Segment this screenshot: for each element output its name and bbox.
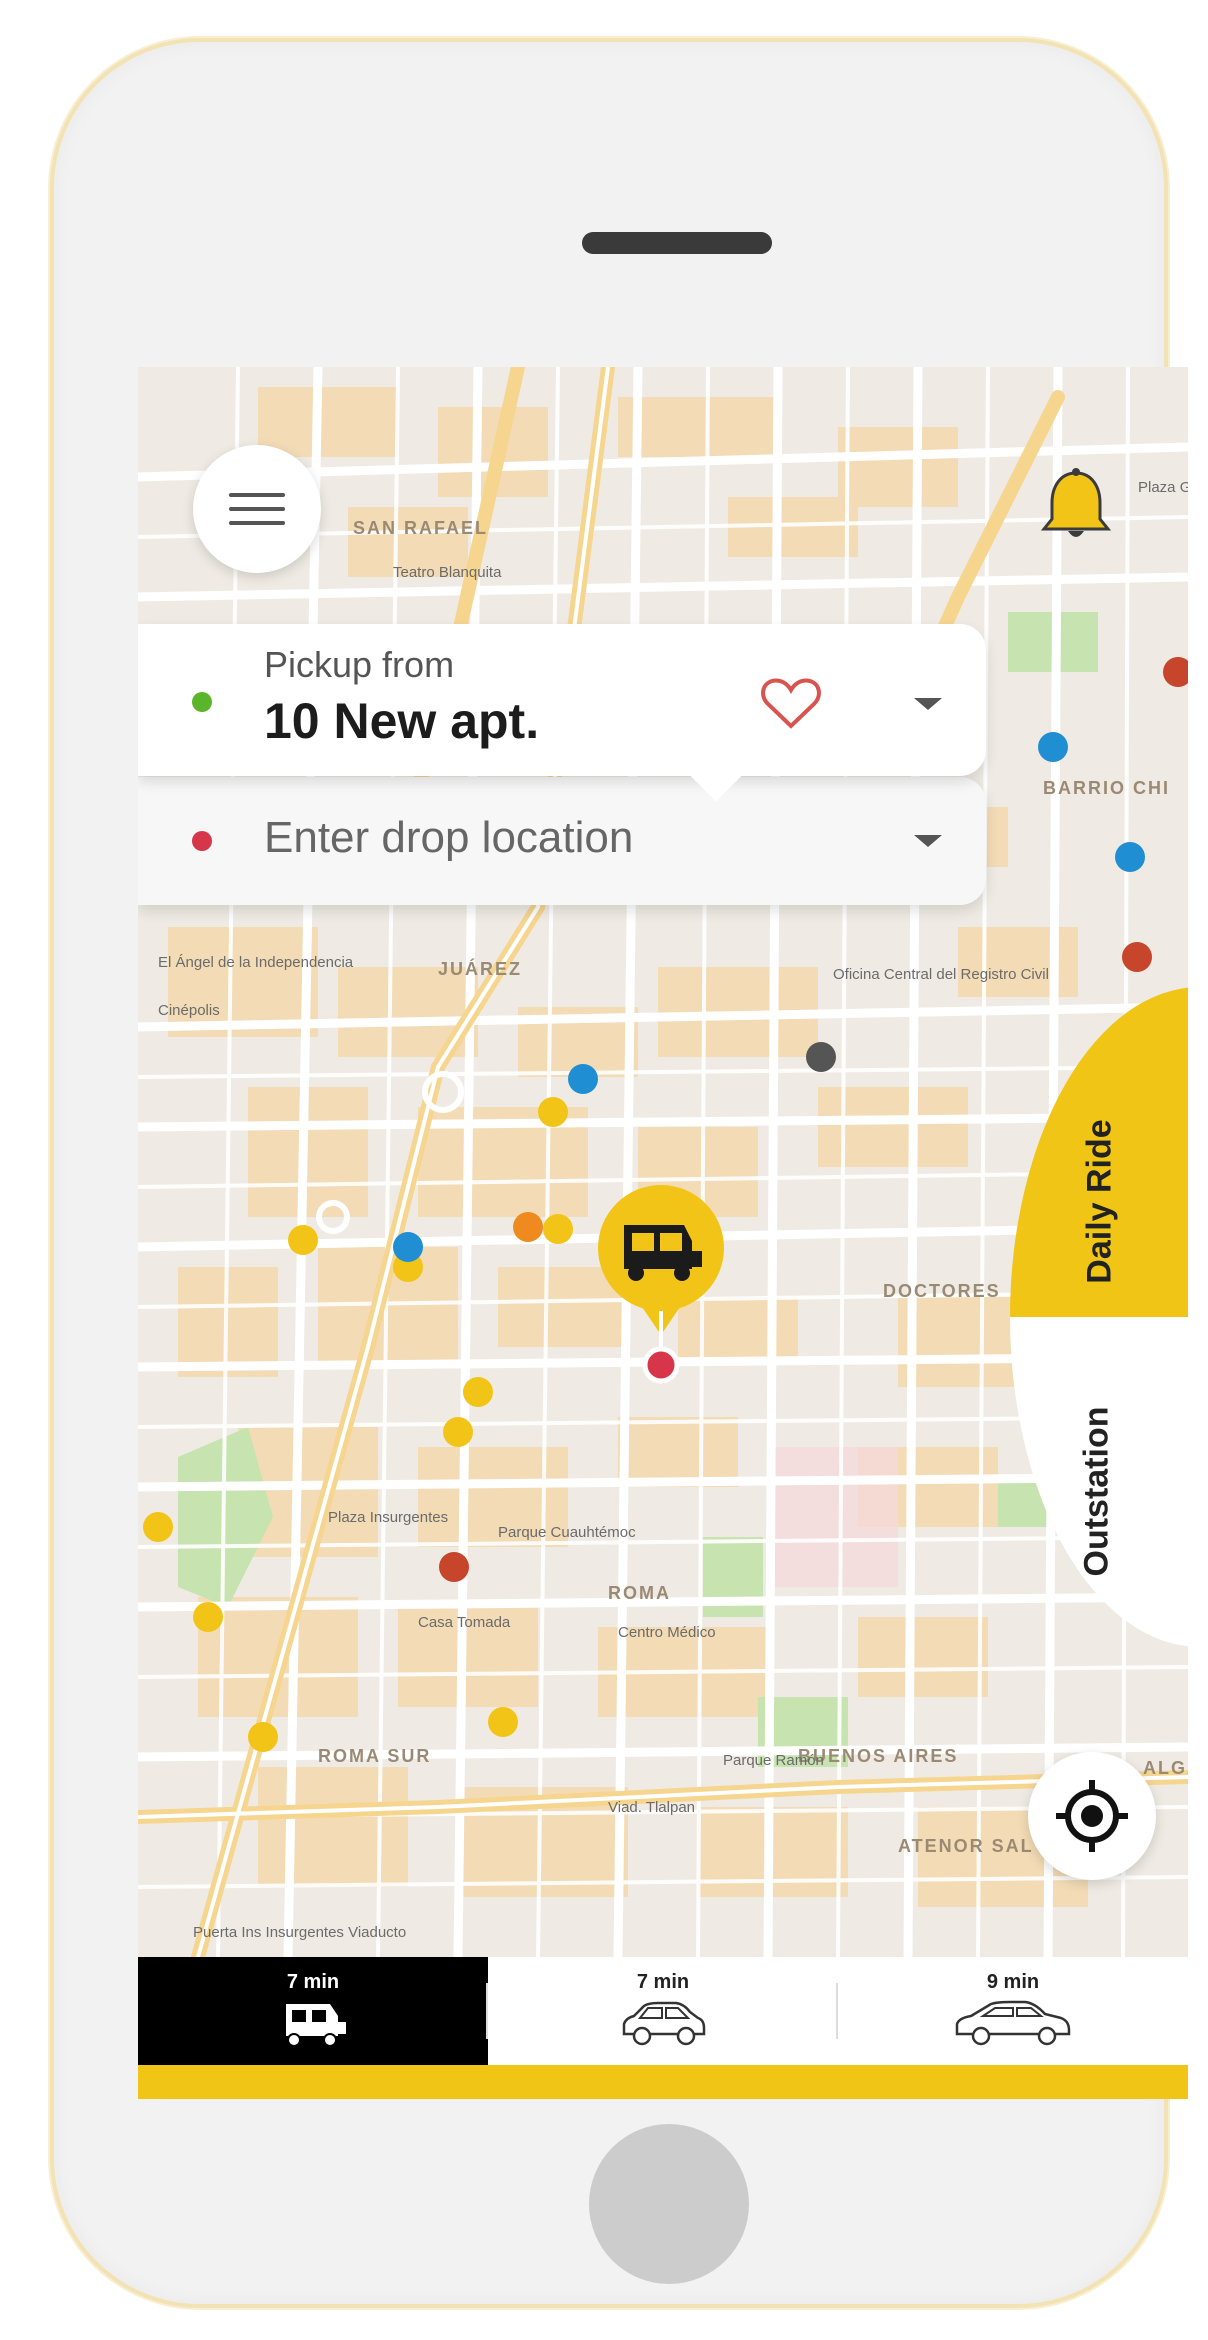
map-label-barrio-chino: BARRIO CHI xyxy=(1043,778,1170,798)
menu-icon-line xyxy=(229,507,285,511)
hatchback-car-icon xyxy=(622,2001,706,2046)
menu-icon-line xyxy=(229,521,285,525)
pickup-address[interactable]: 10 New apt. xyxy=(264,692,539,750)
vehicle-option-hatchback[interactable]: 7 min xyxy=(488,1957,838,2065)
map-label-centro-medico: Centro Médico xyxy=(618,1624,716,1641)
pickup-location-card[interactable]: Pickup from 10 New apt. xyxy=(138,624,986,802)
drop-location-input[interactable]: Enter drop location xyxy=(264,813,633,863)
ride-type-toggle: Daily Ride Outstation xyxy=(1010,987,1188,1647)
vehicle-option-sedan[interactable]: 9 min xyxy=(838,1957,1188,2065)
map-label-atenor-salas: ATENOR SAL xyxy=(898,1836,1034,1856)
favorite-heart-icon[interactable] xyxy=(760,676,822,732)
vehicle-option-auto[interactable]: 7 min xyxy=(138,1957,488,2065)
app-screen: SAN RAFAEL JUÁREZ BARRIO CHI DOCTORES RO… xyxy=(138,367,1188,2099)
pickup-pin-marker xyxy=(598,1185,724,1384)
map-label-registro-civil: Oficina Central del Registro Civil xyxy=(833,966,1049,983)
map-label-san-rafael: SAN RAFAEL xyxy=(353,518,488,538)
map-label-viaducto: Puerta Ins Insurgentes Viaducto xyxy=(193,1924,406,1941)
map-label-tlalpan: Viad. Tlalpan xyxy=(608,1799,695,1816)
vehicle-eta: 7 min xyxy=(286,1971,340,1993)
phone-home-button[interactable] xyxy=(589,2124,749,2284)
map-label-cinepolis: Cinépolis xyxy=(158,1002,220,1019)
drop-dropdown-icon[interactable] xyxy=(914,835,942,847)
crosshair-icon xyxy=(1056,1780,1128,1852)
pickup-dropdown-icon[interactable] xyxy=(914,698,942,710)
map-label-plaza-insurgentes: Plaza Insurgentes xyxy=(328,1509,448,1526)
drop-location-card[interactable]: Enter drop location xyxy=(138,777,986,905)
notification-bell-icon[interactable] xyxy=(1038,467,1114,547)
map-label-juarez: JUÁREZ xyxy=(438,958,522,979)
map-label-teatro: Teatro Blanquita xyxy=(393,564,502,581)
map-label-doctores: DOCTORES xyxy=(883,1281,1001,1301)
pickup-dot-icon xyxy=(192,692,212,712)
tab-daily-ride-label[interactable]: Daily Ride xyxy=(1081,1092,1120,1312)
map-label-roma-sur: ROMA SUR xyxy=(318,1746,431,1766)
phone-speaker xyxy=(582,232,772,254)
auto-rickshaw-icon xyxy=(286,2004,346,2047)
menu-button[interactable] xyxy=(193,445,321,573)
sedan-car-icon xyxy=(955,2000,1071,2046)
map-label-roma: ROMA xyxy=(608,1583,671,1603)
pickup-caption: Pickup from xyxy=(264,644,455,685)
phone-frame: SAN RAFAEL JUÁREZ BARRIO CHI DOCTORES RO… xyxy=(50,38,1188,2308)
map-label-plaza: Plaza G xyxy=(1138,479,1188,496)
drop-dot-icon xyxy=(192,831,212,851)
vehicle-eta: 9 min xyxy=(986,1971,1040,1993)
menu-icon-line xyxy=(229,493,285,497)
bottom-accent-bar xyxy=(138,2065,1188,2099)
vehicle-selector: 7 min 7 min 9 min xyxy=(138,1957,1188,2065)
map-label-casa-tomada: Casa Tomada xyxy=(418,1614,511,1631)
tab-outstation-label[interactable]: Outstation xyxy=(1078,1367,1117,1617)
vehicle-eta: 7 min xyxy=(636,1971,690,1993)
map-label-parque-ramon: Parque Ramón xyxy=(723,1752,824,1769)
map-label-parque-cuauhtemoc: Parque Cuauhtémoc xyxy=(498,1524,636,1541)
locate-me-button[interactable] xyxy=(1028,1752,1156,1880)
map-label-angel: El Ángel de la Independencia xyxy=(158,954,354,971)
